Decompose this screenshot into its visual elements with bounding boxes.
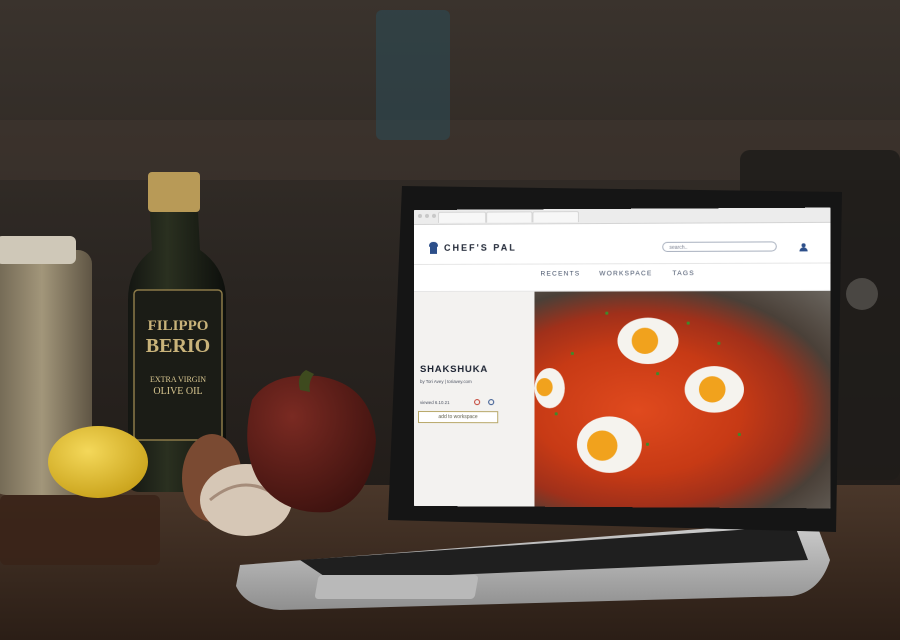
recipe-byline[interactable]: by Tori Avey | toriavey.com bbox=[420, 379, 472, 384]
browser-chrome bbox=[414, 208, 830, 225]
blurred-blue-canister bbox=[376, 10, 450, 140]
recipe-title: SHAKSHUKA bbox=[420, 364, 488, 375]
pinterest-icon[interactable] bbox=[474, 399, 480, 405]
nav-recents[interactable]: RECENTS bbox=[541, 270, 581, 277]
shakshuka-photo bbox=[534, 291, 830, 508]
jar-lid bbox=[0, 236, 76, 264]
lemon bbox=[48, 426, 148, 498]
oil-label-line2: OLIVE OIL bbox=[153, 386, 202, 397]
herb bbox=[687, 322, 690, 325]
nav-tags[interactable]: TAGS bbox=[672, 270, 694, 277]
window-minimize-dot[interactable] bbox=[425, 214, 429, 218]
appliance-knob bbox=[846, 278, 878, 310]
egg-yolk bbox=[537, 378, 553, 396]
main-nav: RECENTS WORKSPACE TAGS bbox=[414, 263, 830, 292]
trackpad bbox=[314, 575, 478, 599]
browser-tab-3[interactable] bbox=[532, 211, 578, 222]
herb bbox=[605, 312, 608, 315]
site-header: CHEF'S PAL search.. bbox=[414, 228, 830, 265]
recipe-info-panel: SHAKSHUKA by Tori Avey | toriavey.com vi… bbox=[414, 292, 534, 507]
window-maximize-dot[interactable] bbox=[432, 214, 436, 218]
egg-yolk bbox=[587, 430, 617, 460]
recipe-viewed-date: viewed 6.10.21 bbox=[420, 400, 450, 405]
egg-yolk bbox=[632, 328, 658, 354]
herb bbox=[555, 412, 558, 415]
brand-name: CHEF'S PAL bbox=[444, 243, 517, 253]
oil-brand-line1: FILIPPO bbox=[148, 318, 209, 334]
herb bbox=[646, 443, 649, 446]
egg-yolk bbox=[699, 376, 726, 402]
browser-tab-1[interactable] bbox=[438, 212, 486, 223]
herb bbox=[738, 433, 741, 436]
herb bbox=[656, 372, 659, 375]
window-controls bbox=[418, 214, 436, 218]
oil-bottle-label bbox=[134, 290, 222, 440]
nav-workspace[interactable]: WORKSPACE bbox=[599, 270, 652, 277]
search-input[interactable]: search.. bbox=[662, 241, 777, 252]
share-icon[interactable] bbox=[488, 399, 494, 405]
browser-tab-2[interactable] bbox=[486, 211, 532, 222]
laptop-screen: CHEF'S PAL search.. RECENTS WORKSPACE TA… bbox=[414, 208, 830, 509]
user-icon[interactable] bbox=[799, 243, 807, 251]
herb bbox=[717, 342, 720, 345]
chef-icon bbox=[428, 242, 439, 254]
herb bbox=[571, 352, 574, 355]
brand[interactable]: CHEF'S PAL bbox=[428, 242, 517, 254]
add-to-workspace-button[interactable]: add to workspace bbox=[418, 411, 498, 423]
cutting-board bbox=[0, 495, 160, 565]
oil-label-line1: EXTRA VIRGIN bbox=[150, 375, 206, 384]
oil-brand-line2: BERIO bbox=[146, 335, 210, 357]
window-close-dot[interactable] bbox=[418, 214, 422, 218]
oil-bottle-cap bbox=[148, 172, 200, 212]
